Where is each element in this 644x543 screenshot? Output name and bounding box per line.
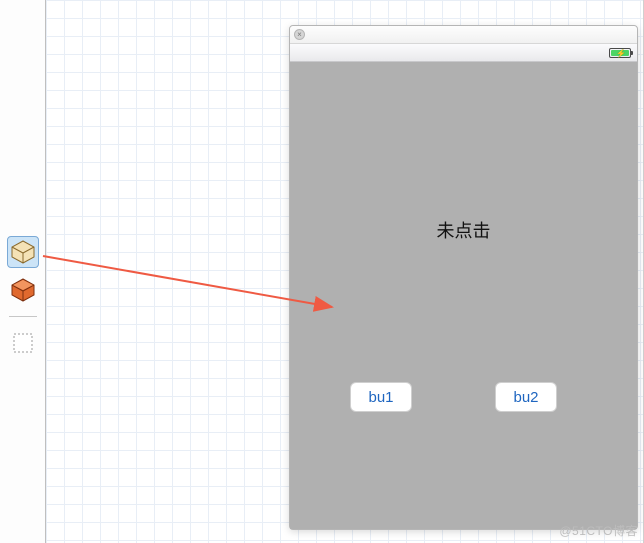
button-bu1[interactable]: bu1 xyxy=(350,382,412,412)
selection-rect-icon xyxy=(11,331,35,355)
object-library-toolbar xyxy=(0,0,46,543)
window-close-button[interactable]: × xyxy=(294,29,305,40)
toolbar-divider xyxy=(9,316,37,317)
ios-statusbar: ⚡ xyxy=(290,44,637,62)
simulator-titlebar[interactable]: × xyxy=(290,26,637,44)
simulator-window: × ⚡ 未点击 bu1 bu2 xyxy=(289,25,638,530)
cube-blue-icon xyxy=(10,239,36,265)
battery-fill: ⚡ xyxy=(611,50,629,56)
status-label: 未点击 xyxy=(290,217,637,243)
battery-icon: ⚡ xyxy=(609,48,631,58)
tool-object-cube-orange[interactable] xyxy=(7,274,39,306)
tool-object-cube-blue[interactable] xyxy=(7,236,39,268)
app-view: 未点击 bu1 bu2 xyxy=(290,62,637,529)
tool-selection-rect[interactable] xyxy=(7,327,39,359)
button-bu2[interactable]: bu2 xyxy=(495,382,557,412)
cube-orange-icon xyxy=(10,277,36,303)
charging-bolt-icon: ⚡ xyxy=(616,49,626,58)
watermark: @51CTO博客 xyxy=(559,522,638,539)
close-icon: × xyxy=(297,31,302,39)
